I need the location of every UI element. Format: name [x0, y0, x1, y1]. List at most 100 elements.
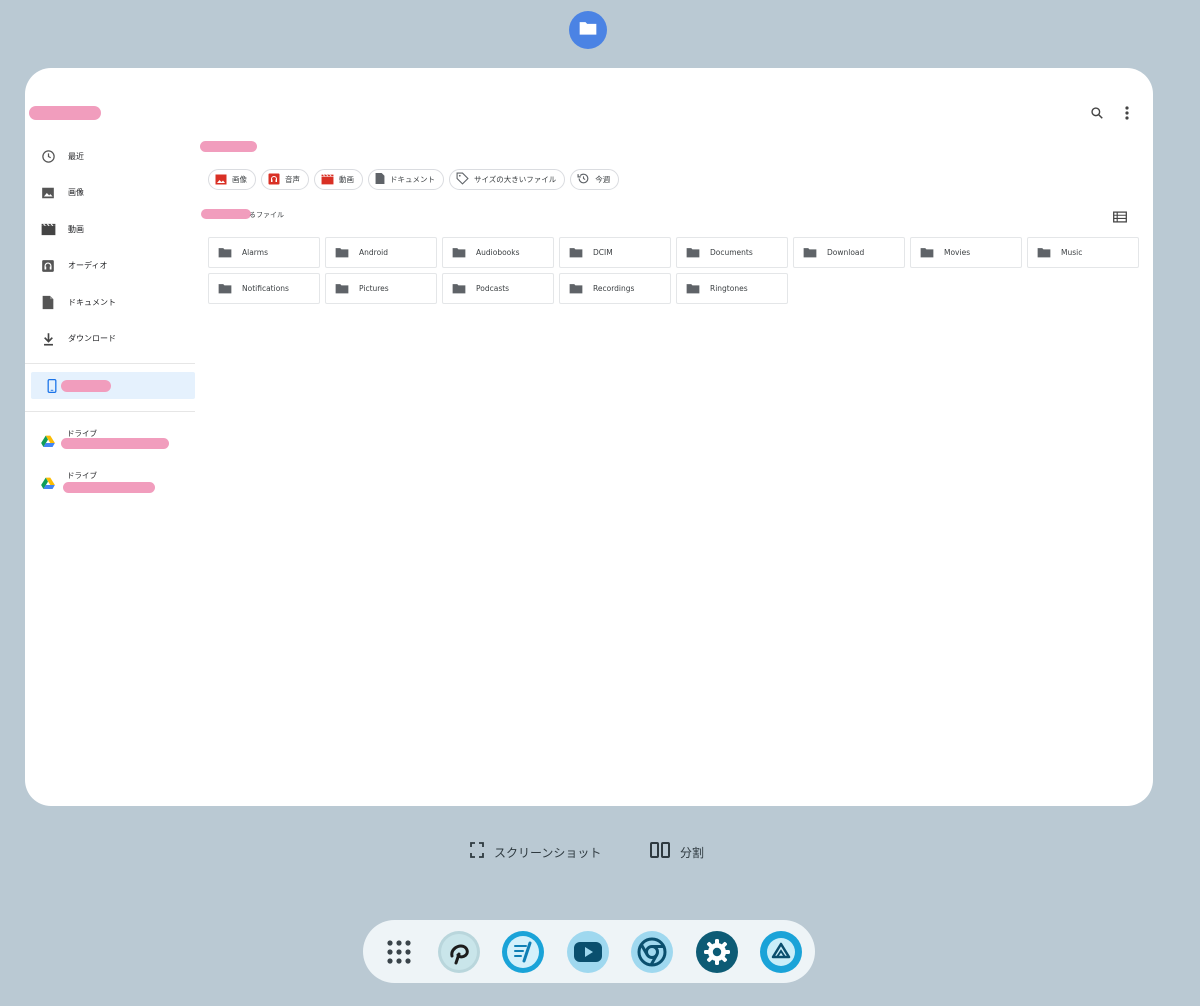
chip-this-week[interactable]: 今週	[570, 169, 620, 190]
folder-item[interactable]: Audiobooks	[442, 237, 554, 268]
redacted-account	[61, 438, 169, 449]
chip-videos[interactable]: 動画	[314, 169, 363, 190]
chip-images[interactable]: 画像	[208, 169, 256, 190]
folder-icon	[218, 279, 232, 298]
screenshot-button[interactable]: スクリーンショット	[470, 842, 601, 862]
file-manager-window: 最近 画像 動画 オーディオ ドキュメント ダウンロード ドライブ ドライブ 画…	[25, 68, 1153, 806]
sidebar-item-label: ドキュメント	[68, 297, 116, 307]
folder-name: Download	[827, 248, 865, 257]
redacted-breadcrumb	[200, 141, 257, 152]
audio-icon	[268, 170, 280, 189]
sidebar-item-label: オーディオ	[68, 261, 108, 271]
folder-item[interactable]: Recordings	[559, 273, 671, 304]
folder-item[interactable]: Podcasts	[442, 273, 554, 304]
folder-icon	[920, 243, 934, 262]
search-icon[interactable]	[1088, 101, 1106, 125]
document-icon	[40, 294, 56, 310]
sidebar-item-documents[interactable]: ドキュメント	[25, 284, 195, 321]
folder-name: Alarms	[242, 248, 268, 257]
app-badge[interactable]	[569, 11, 607, 49]
youtube-icon[interactable]	[567, 931, 609, 973]
folder-name: Podcasts	[476, 284, 510, 293]
clock-icon	[40, 148, 56, 164]
image-icon	[215, 170, 227, 189]
folder-icon	[686, 279, 700, 298]
sidebar-item-device[interactable]	[31, 372, 195, 399]
folder-icon	[218, 243, 232, 262]
chip-audio[interactable]: 音声	[261, 169, 309, 190]
folder-item[interactable]: Android	[325, 237, 437, 268]
folder-icon	[335, 279, 349, 298]
chip-label: 画像	[232, 175, 247, 184]
folder-item[interactable]: Ringtones	[676, 273, 788, 304]
sidebar-item-recent[interactable]: 最近	[25, 138, 195, 175]
folder-name: Android	[359, 248, 388, 257]
document-icon	[375, 170, 385, 189]
tag-icon	[456, 170, 469, 189]
movie-icon	[40, 221, 56, 237]
chrome-icon[interactable]	[631, 931, 673, 973]
more-vert-icon[interactable]	[1118, 101, 1136, 125]
phone-icon	[44, 378, 60, 394]
redacted-title	[29, 106, 101, 120]
redacted-account	[63, 482, 155, 493]
taskbar-dock	[363, 920, 815, 983]
split-button[interactable]: 分割	[650, 842, 704, 862]
folder-name: Movies	[944, 248, 971, 257]
folder-name: Recordings	[593, 284, 635, 293]
sidebar-divider	[25, 411, 195, 412]
folder-icon	[569, 279, 583, 298]
folder-item[interactable]: Documents	[676, 237, 788, 268]
settings-icon[interactable]	[696, 931, 738, 973]
folder-icon	[452, 279, 466, 298]
list-view-icon[interactable]	[1113, 208, 1127, 227]
sidebar-item-label: 画像	[68, 188, 84, 198]
screenshot-label: スクリーンショット	[494, 845, 602, 860]
chip-label: 動画	[339, 175, 354, 184]
folder-item[interactable]: Alarms	[208, 237, 320, 268]
sidebar-item-videos[interactable]: 動画	[25, 211, 195, 248]
download-icon	[40, 331, 56, 347]
chip-label: ドキュメント	[390, 175, 435, 184]
sidebar-item-images[interactable]: 画像	[25, 175, 195, 212]
folder-icon	[569, 243, 583, 262]
sidebar-item-drive-2[interactable]: ドライブ	[25, 462, 195, 504]
folder-item[interactable]: Pictures	[325, 273, 437, 304]
folder-item[interactable]: Music	[1027, 237, 1139, 268]
folder-item[interactable]: Movies	[910, 237, 1022, 268]
folder-item[interactable]: Download	[793, 237, 905, 268]
folder-item[interactable]: DCIM	[559, 237, 671, 268]
image-icon	[40, 185, 56, 201]
sidebar: 最近 画像 動画 オーディオ ドキュメント ダウンロード ドライブ ドライブ	[25, 138, 195, 504]
sidebar-divider	[25, 363, 195, 364]
sidebar-item-drive-1[interactable]: ドライブ	[25, 420, 195, 462]
chip-label: 音声	[285, 175, 300, 184]
split-label: 分割	[680, 845, 705, 860]
folder-name: DCIM	[593, 248, 613, 257]
folder-item[interactable]: Notifications	[208, 273, 320, 304]
folder-grid: Alarms Android Audiobooks DCIM Documents Down…	[208, 237, 1139, 304]
folder-icon	[1037, 243, 1051, 262]
sidebar-item-audio[interactable]: オーディオ	[25, 248, 195, 285]
chip-large-files[interactable]: サイズの大きいファイル	[449, 169, 566, 190]
chip-documents[interactable]: ドキュメント	[368, 169, 444, 190]
app-grid-icon[interactable]	[378, 931, 420, 973]
notes-app-icon[interactable]	[502, 931, 544, 973]
clip-studio-icon[interactable]	[438, 931, 480, 973]
history-icon	[577, 170, 590, 189]
sidebar-item-downloads[interactable]: ダウンロード	[25, 321, 195, 358]
chip-label: 今週	[595, 175, 611, 184]
redacted-device-name	[61, 380, 111, 392]
folder-name: Documents	[710, 248, 753, 257]
section-label: るファイル	[249, 211, 284, 219]
sidebar-item-label: ダウンロード	[68, 334, 116, 344]
movie-icon	[321, 170, 334, 189]
folder-icon	[686, 243, 700, 262]
folder-name: Audiobooks	[476, 248, 520, 257]
sidebar-item-label: 最近	[68, 151, 84, 161]
chip-label: サイズの大きいファイル	[474, 175, 557, 184]
folder-icon	[578, 19, 598, 41]
filter-chips: 画像 音声 動画 ドキュメント サイズの大きいファイル 今週	[208, 169, 620, 190]
drive-app-icon[interactable]	[760, 931, 802, 973]
split-screen-icon	[650, 842, 670, 862]
